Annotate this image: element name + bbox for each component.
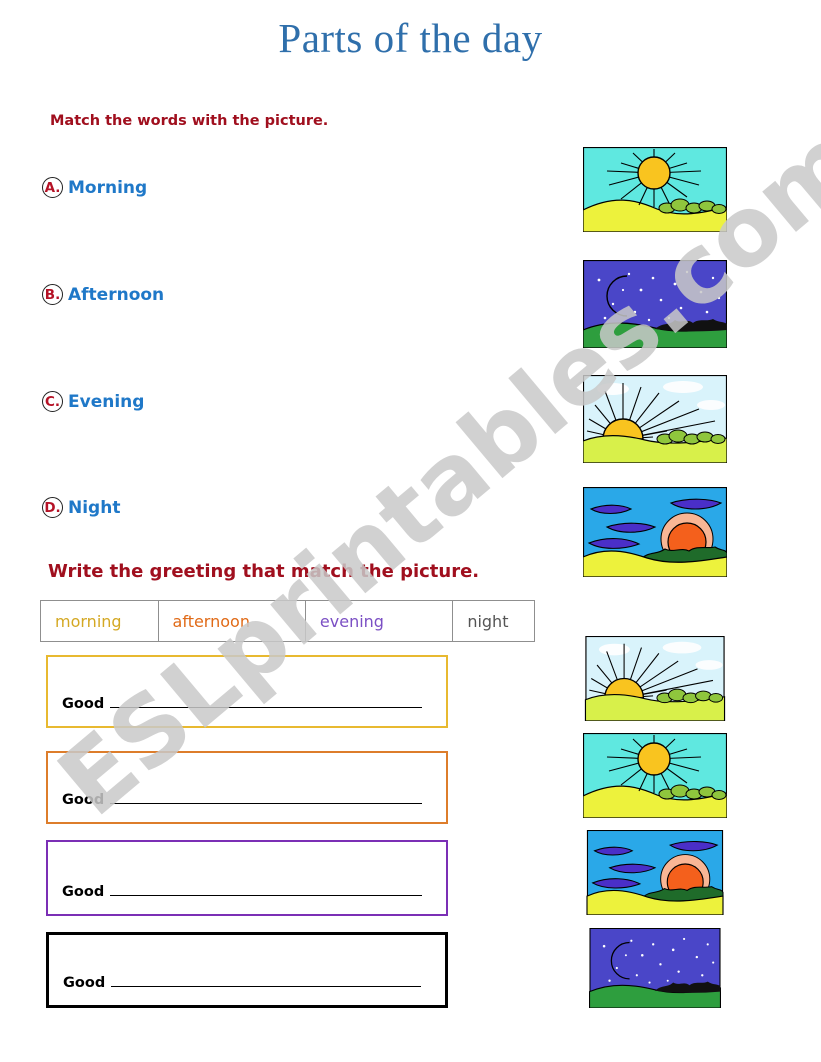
match-item-night: D. Night <box>42 497 120 518</box>
match-item-morning: A. Morning <box>42 177 147 198</box>
match-letter-c: C. <box>42 391 63 412</box>
answer-row-1: Good <box>48 695 446 726</box>
answer-box-3[interactable]: Good <box>46 840 448 916</box>
answer-blank-line-4[interactable] <box>111 974 421 987</box>
page-title: Parts of the day <box>278 15 543 61</box>
picture-midday-sun-2 <box>583 733 727 818</box>
answer-box-2[interactable]: Good <box>46 751 448 824</box>
match-item-afternoon: B. Afternoon <box>42 284 164 305</box>
answer-prompt-3: Good <box>62 884 105 900</box>
match-word-night: Night <box>68 497 121 518</box>
word-bank-cell-evening: evening <box>306 601 454 641</box>
picture-sunrise-1 <box>583 375 727 463</box>
answer-row-4: Good <box>49 974 445 1005</box>
match-word-evening: Evening <box>68 391 145 412</box>
instruction-match: Match the words with the picture. <box>50 113 329 129</box>
answer-box-1[interactable]: Good <box>46 655 448 728</box>
match-word-afternoon: Afternoon <box>68 284 165 305</box>
word-bank-cell-afternoon: afternoon <box>159 601 306 641</box>
picture-midday-sun-1 <box>583 147 727 232</box>
instruction-write: Write the greeting that match the pictur… <box>48 561 480 582</box>
match-letter-b: B. <box>42 284 63 305</box>
picture-night-moon-1 <box>583 260 727 348</box>
answer-prompt-4: Good <box>63 975 106 991</box>
match-letter-a: A. <box>42 177 63 198</box>
word-bank-cell-night: night <box>467 611 509 631</box>
answer-row-2: Good <box>48 791 446 822</box>
picture-sunset-1 <box>583 487 727 577</box>
answer-row-3: Good <box>48 883 446 914</box>
match-word-morning: Morning <box>68 177 148 198</box>
word-bank-cell-morning: morning <box>41 601 159 641</box>
picture-night-moon-2 <box>583 928 727 1008</box>
match-letter-d: D. <box>42 497 63 518</box>
answer-prompt-1: Good <box>62 696 105 712</box>
match-item-evening: C. Evening <box>42 391 144 412</box>
picture-sunset-2 <box>583 830 727 915</box>
picture-sunrise-2 <box>583 636 727 721</box>
answer-blank-line-1[interactable] <box>110 695 422 708</box>
answer-blank-line-2[interactable] <box>110 791 422 804</box>
answer-prompt-2: Good <box>62 792 105 808</box>
worksheet-page: ESLprintables.com Parts of the day Match… <box>0 0 821 1062</box>
answer-blank-line-3[interactable] <box>110 883 422 896</box>
answer-box-4[interactable]: Good <box>46 932 448 1008</box>
word-bank-table: morning afternoon evening night <box>40 600 535 642</box>
